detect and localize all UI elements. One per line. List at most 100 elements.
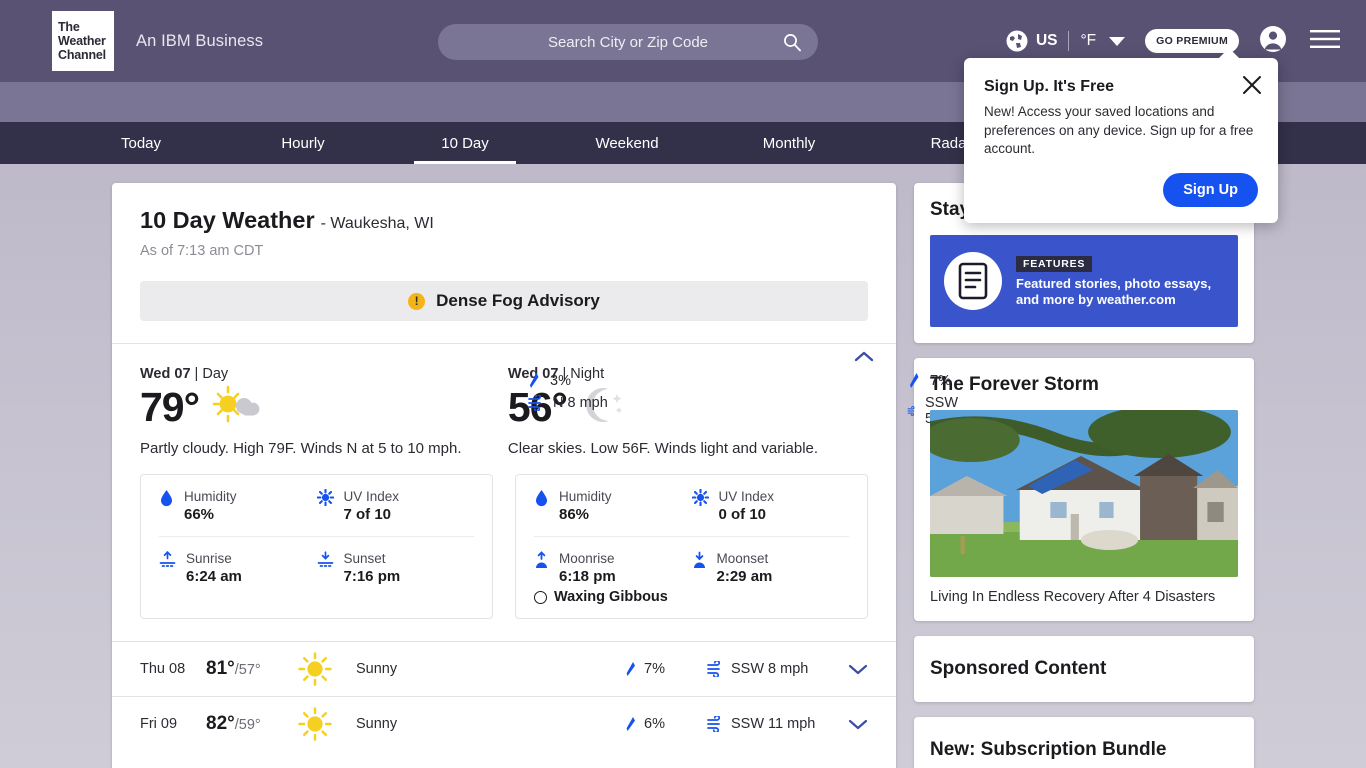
day-wind-row: N 8 mph bbox=[527, 395, 608, 411]
sponsored-content-card: Sponsored Content bbox=[914, 636, 1254, 702]
day-uv-value: 7 of 10 bbox=[343, 506, 392, 523]
tab-10-day[interactable]: 10 Day bbox=[384, 122, 546, 164]
weather-alert-banner[interactable]: ! Dense Fog Advisory bbox=[140, 281, 868, 321]
ten-day-forecast-card: 10 Day Weather - Waukesha, WI As of 7:13… bbox=[112, 183, 965, 768]
day-period: Day bbox=[202, 366, 229, 382]
day-label: Wed 07 | Day bbox=[140, 366, 504, 382]
unit-label[interactable]: °F bbox=[1080, 32, 1096, 50]
night-precip-row: 7% bbox=[907, 372, 966, 389]
moon-phase-icon bbox=[534, 590, 547, 604]
wind-icon bbox=[528, 395, 542, 411]
day-detail-row-1: Humidity 66% UV Index 7 of 10 bbox=[159, 475, 474, 536]
day-humidity-cell: Humidity 66% bbox=[159, 489, 317, 523]
collapse-chevron-up-icon[interactable] bbox=[854, 350, 874, 368]
logo-line-3: Channel bbox=[58, 48, 106, 62]
night-precip-value: 7% bbox=[930, 372, 951, 389]
signup-button[interactable]: Sign Up bbox=[1163, 172, 1258, 207]
subscription-bundle-card[interactable]: New: Subscription Bundle bbox=[914, 717, 1254, 768]
day-detail-row-2: Sunrise 6:24 am Sunset 7:16 pm bbox=[159, 536, 474, 598]
day-panel: Wed 07 | Day 79° Partly cloudy. High 79F… bbox=[140, 366, 504, 458]
moonset-cell: Moonset 2:29 am bbox=[692, 551, 850, 585]
table-row[interactable]: Thu 08 81°/57° Sunny 7% SSW 8 mph bbox=[112, 641, 896, 696]
tab-weekend[interactable]: Weekend bbox=[546, 122, 708, 164]
moonset-value: 2:29 am bbox=[716, 568, 773, 585]
account-avatar-icon[interactable] bbox=[1259, 25, 1287, 58]
day-humidity-value: 66% bbox=[184, 506, 215, 523]
globe-icon[interactable] bbox=[1005, 29, 1029, 53]
alert-text: Dense Fog Advisory bbox=[436, 291, 600, 310]
features-promo-banner[interactable]: FEATURES Featured stories, photo essays,… bbox=[930, 235, 1238, 327]
search-input[interactable] bbox=[468, 33, 788, 51]
chevron-down-icon[interactable] bbox=[1109, 36, 1126, 46]
moon-phase-label: Waxing Gibbous bbox=[554, 589, 668, 605]
menu-hamburger-icon[interactable] bbox=[1310, 29, 1340, 54]
forecast-wind: SSW 11 mph bbox=[706, 716, 834, 732]
night-detail-row-1: Humidity 86% UV Index 0 of 10 bbox=[534, 475, 849, 536]
uv-index-icon bbox=[316, 489, 334, 506]
day-stats: 3% N 8 mph bbox=[527, 372, 612, 411]
sponsored-card-title: Sponsored Content bbox=[930, 658, 1107, 679]
night-uv-key: UV Index bbox=[718, 489, 775, 504]
moonrise-value: 6:18 pm bbox=[559, 568, 616, 585]
moonset-icon bbox=[693, 551, 705, 568]
forecast-high: 81° bbox=[206, 658, 235, 679]
forecast-wind: SSW 8 mph bbox=[706, 661, 834, 677]
close-icon[interactable] bbox=[1242, 75, 1262, 100]
logo-line-2: Weather bbox=[58, 34, 106, 48]
popup-body-text: New! Access your saved locations and pre… bbox=[984, 104, 1254, 156]
signup-popup: Sign Up. It's Free New! Access your save… bbox=[964, 48, 1278, 223]
alert-warning-icon: ! bbox=[408, 292, 426, 310]
forecast-precip-value: 7% bbox=[644, 661, 665, 677]
night-uv-cell: UV Index 0 of 10 bbox=[691, 489, 850, 523]
forecast-day: Fri 09 bbox=[140, 716, 178, 732]
precipitation-icon bbox=[626, 662, 635, 676]
forecast-temps: 82°/59° bbox=[206, 713, 298, 735]
day-date: Wed 07 bbox=[140, 366, 191, 382]
page-location: - Waukesha, WI bbox=[320, 215, 434, 232]
forecast-low: /57° bbox=[234, 662, 261, 678]
forecast-card-header: 10 Day Weather - Waukesha, WI As of 7:13… bbox=[112, 183, 896, 321]
forecast-high: 82° bbox=[206, 713, 235, 734]
night-humidity-value: 86% bbox=[559, 506, 590, 523]
day-uv-key: UV Index bbox=[343, 489, 400, 504]
expand-chevron-down-icon[interactable] bbox=[834, 718, 868, 730]
weather-channel-logo[interactable]: The Weather Channel bbox=[52, 11, 114, 71]
forecast-precip: 7% bbox=[624, 661, 706, 677]
day-detail-box: Humidity 66% UV Index 7 of 10 Sunrise 6:… bbox=[140, 474, 493, 619]
day-wind-value: N 8 mph bbox=[553, 395, 608, 411]
story-thumbnail-image bbox=[930, 410, 1238, 577]
moon-phase-row: Waxing Gibbous bbox=[534, 589, 849, 618]
search-bar[interactable] bbox=[438, 24, 818, 60]
uv-index-icon bbox=[691, 489, 709, 506]
day-temp-row: 79° bbox=[140, 384, 504, 431]
forecast-low: /59° bbox=[234, 717, 261, 733]
forecast-precip-value: 6% bbox=[644, 716, 665, 732]
humidity-icon bbox=[536, 490, 547, 507]
expand-chevron-down-icon[interactable] bbox=[834, 663, 868, 675]
as-of-timestamp: As of 7:13 am CDT bbox=[140, 243, 264, 259]
moonset-key: Moonset bbox=[716, 551, 769, 566]
partly-cloudy-day-icon bbox=[211, 384, 261, 431]
subscription-card-title: New: Subscription Bundle bbox=[930, 739, 1167, 760]
unit-divider bbox=[1068, 31, 1070, 51]
region-label[interactable]: US bbox=[1036, 32, 1058, 50]
day-temperature: 79° bbox=[140, 384, 200, 430]
search-icon[interactable] bbox=[782, 32, 802, 57]
sunset-value: 7:16 pm bbox=[343, 568, 401, 585]
promo-tag: FEATURES bbox=[1016, 256, 1093, 272]
sunrise-value: 6:24 am bbox=[186, 568, 242, 585]
night-detail-row-2: Moonrise 6:18 pm Moonset 2:29 am bbox=[534, 536, 849, 589]
humidity-icon bbox=[161, 490, 172, 507]
tab-monthly[interactable]: Monthly bbox=[708, 122, 870, 164]
tab-today[interactable]: Today bbox=[60, 122, 222, 164]
moonrise-key: Moonrise bbox=[559, 551, 615, 566]
forecast-temps: 81°/57° bbox=[206, 658, 298, 680]
table-row[interactable]: Fri 09 82°/59° Sunny 6% SSW 11 mph bbox=[112, 696, 896, 751]
sunset-icon bbox=[317, 551, 333, 567]
forecast-condition: Sunny bbox=[356, 716, 398, 732]
article-document-icon bbox=[944, 252, 1002, 310]
page-title: 10 Day Weather bbox=[140, 207, 315, 233]
tab-hourly[interactable]: Hourly bbox=[222, 122, 384, 164]
precipitation-icon bbox=[910, 373, 919, 388]
sunset-key: Sunset bbox=[343, 551, 386, 566]
